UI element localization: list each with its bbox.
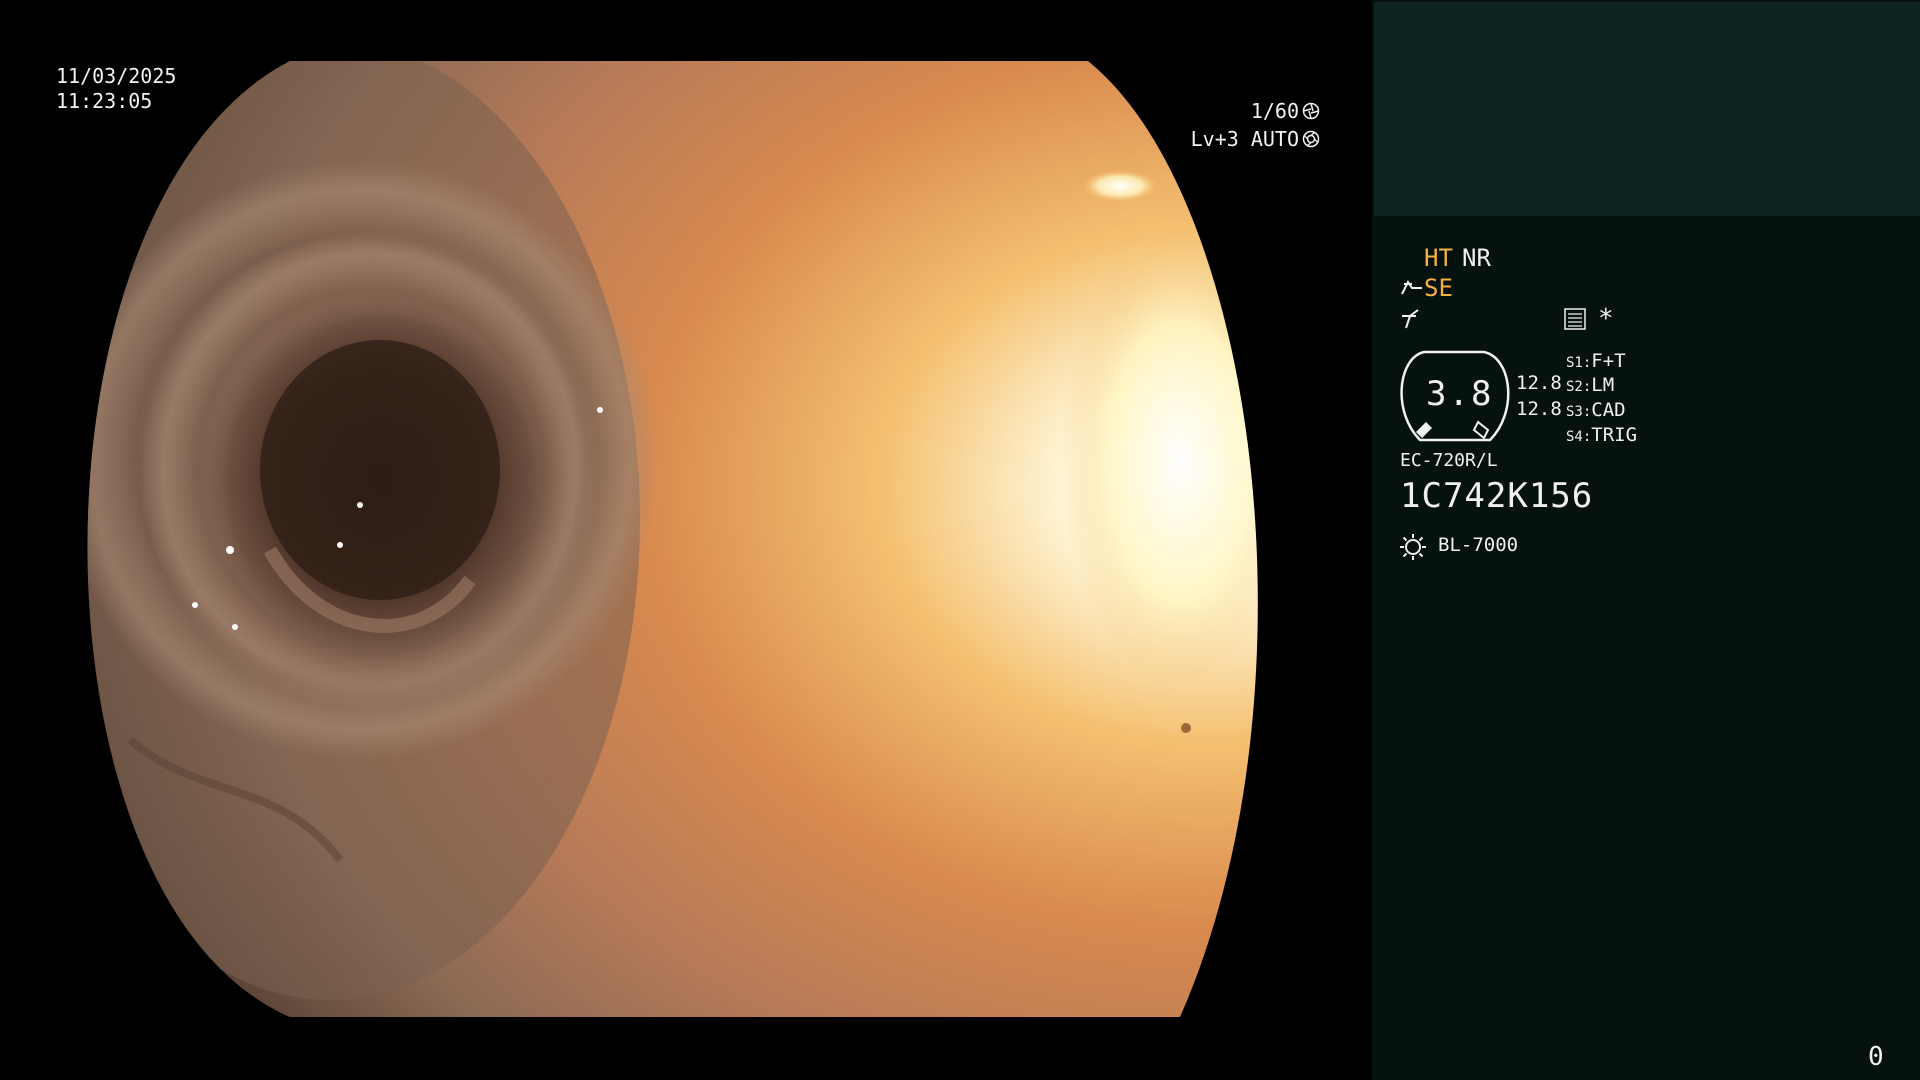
iris-icon <box>1302 130 1320 148</box>
date-text: 11/03/2025 <box>56 64 177 88</box>
mode-ht: HT <box>1424 244 1453 272</box>
slot-key: S3: <box>1566 404 1592 420</box>
light-source-model: BL-7000 <box>1438 534 1519 556</box>
slot-value: LM <box>1591 374 1615 396</box>
slot-value: CAD <box>1591 399 1626 421</box>
endoscopy-monitor: 11/03/2025 11:23:05 1/60 Lv+3 AUTO HT NR… <box>0 0 1920 1080</box>
endoscopic-image-render <box>0 0 1372 1080</box>
light-source-icon <box>1400 534 1426 560</box>
gauge-top-value: 12.8 <box>1516 372 1562 394</box>
gauge-bottom-value: 12.8 <box>1516 398 1562 420</box>
switch-slot-3: S3:CAD <box>1566 399 1626 421</box>
shutter-icon <box>1302 102 1320 120</box>
slot-key: S2: <box>1566 379 1592 395</box>
gauge-value: 3.8 <box>1426 374 1494 414</box>
structure-enhance-icon <box>1401 280 1422 295</box>
shutter-text: 1/60 <box>1250 99 1299 123</box>
time-text: 11:23:05 <box>56 89 153 113</box>
info-panel: HT NR SE * 3.8 12.8 12.8 S1:F+T S2:LM S3… <box>1372 0 1920 1080</box>
shutter-readout: 1/60 <box>1251 99 1320 123</box>
switch-slot-4: S4:TRIG <box>1566 424 1637 446</box>
slot-value: F+T <box>1591 350 1626 372</box>
star-indicator: * <box>1598 304 1614 334</box>
endoscopic-image: 11/03/2025 11:23:05 1/60 Lv+3 AUTO <box>0 0 1372 1080</box>
mode-se: SE <box>1424 274 1453 302</box>
slot-value: TRIG <box>1591 424 1638 446</box>
image-settings-overlay: 1/60 Lv+3 AUTO <box>1180 0 1320 200</box>
switch-slot-1: S1:F+T <box>1566 350 1626 372</box>
scope-serial: 1C742K156 <box>1400 476 1594 516</box>
mode-nr: NR <box>1462 244 1491 272</box>
brightness-readout: Lv+3 AUTO <box>1191 127 1320 151</box>
level-text: Lv+3 AUTO <box>1190 127 1299 151</box>
sharpness-icon <box>1402 309 1419 329</box>
slot-key: S1: <box>1566 355 1592 371</box>
switch-slot-2: S2:LM <box>1566 374 1614 396</box>
scope-model: EC-720R/L <box>1400 450 1498 471</box>
image-counter: 0 <box>1868 1042 1884 1072</box>
menu-list-icon <box>1564 308 1586 330</box>
slot-key: S4: <box>1566 429 1592 445</box>
thumbnail-area <box>1374 2 1920 216</box>
